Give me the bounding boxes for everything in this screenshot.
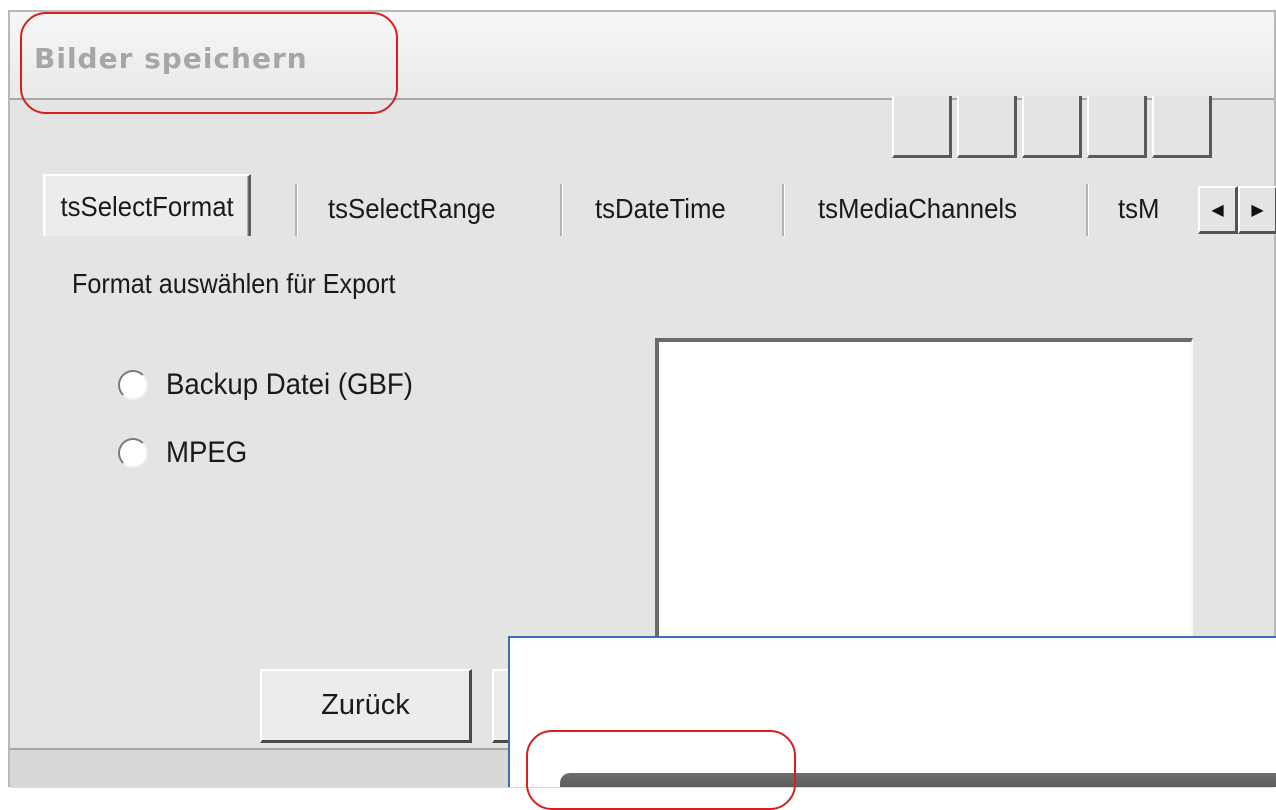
tab-truncated[interactable]: tsM: [1118, 178, 1160, 238]
toolbar-button-group: [892, 96, 1217, 158]
toolbar-button-5[interactable]: [1152, 96, 1212, 158]
radio-label[interactable]: MPEG: [166, 436, 247, 470]
back-button[interactable]: Zurück: [260, 669, 472, 743]
toolbar-button-2[interactable]: [957, 96, 1017, 158]
tab-scroll-arrows: ◀ ▶: [1198, 186, 1276, 234]
tab-separator: [782, 184, 785, 236]
radio-option-backup[interactable]: Backup Datei (GBF): [118, 368, 434, 402]
arrow-left-icon[interactable]: ◀: [1198, 186, 1238, 234]
tab-date-time[interactable]: tsDateTime: [595, 178, 726, 238]
overlay-dark-bar: [560, 773, 1276, 787]
tab-select-range[interactable]: tsSelectRange: [328, 178, 496, 238]
format-heading: Format auswählen für Export: [72, 268, 396, 299]
tab-separator: [560, 184, 563, 236]
radio-label[interactable]: Backup Datei (GBF): [166, 368, 413, 402]
arrow-right-icon[interactable]: ▶: [1238, 186, 1276, 234]
radio-option-mpeg[interactable]: MPEG: [118, 436, 254, 470]
toolbar-button-1[interactable]: [892, 96, 952, 158]
format-preview-list[interactable]: [655, 338, 1193, 638]
radio-button[interactable]: [118, 438, 148, 468]
overlay-panel: [508, 636, 1276, 787]
tab-select-format[interactable]: tsSelectFormat: [43, 174, 252, 236]
tab-separator: [295, 184, 298, 236]
window-title: Bilder speichern: [34, 42, 308, 75]
toolbar-button-4[interactable]: [1087, 96, 1147, 158]
toolbar-button-3[interactable]: [1022, 96, 1082, 158]
tab-strip: tsSelectFormat tsSelectRange tsDateTime …: [38, 162, 1276, 252]
tab-media-channels[interactable]: tsMediaChannels: [818, 178, 1017, 238]
tab-separator: [1086, 184, 1089, 236]
title-bar: Bilder speichern: [10, 12, 1274, 100]
radio-button[interactable]: [118, 370, 148, 400]
